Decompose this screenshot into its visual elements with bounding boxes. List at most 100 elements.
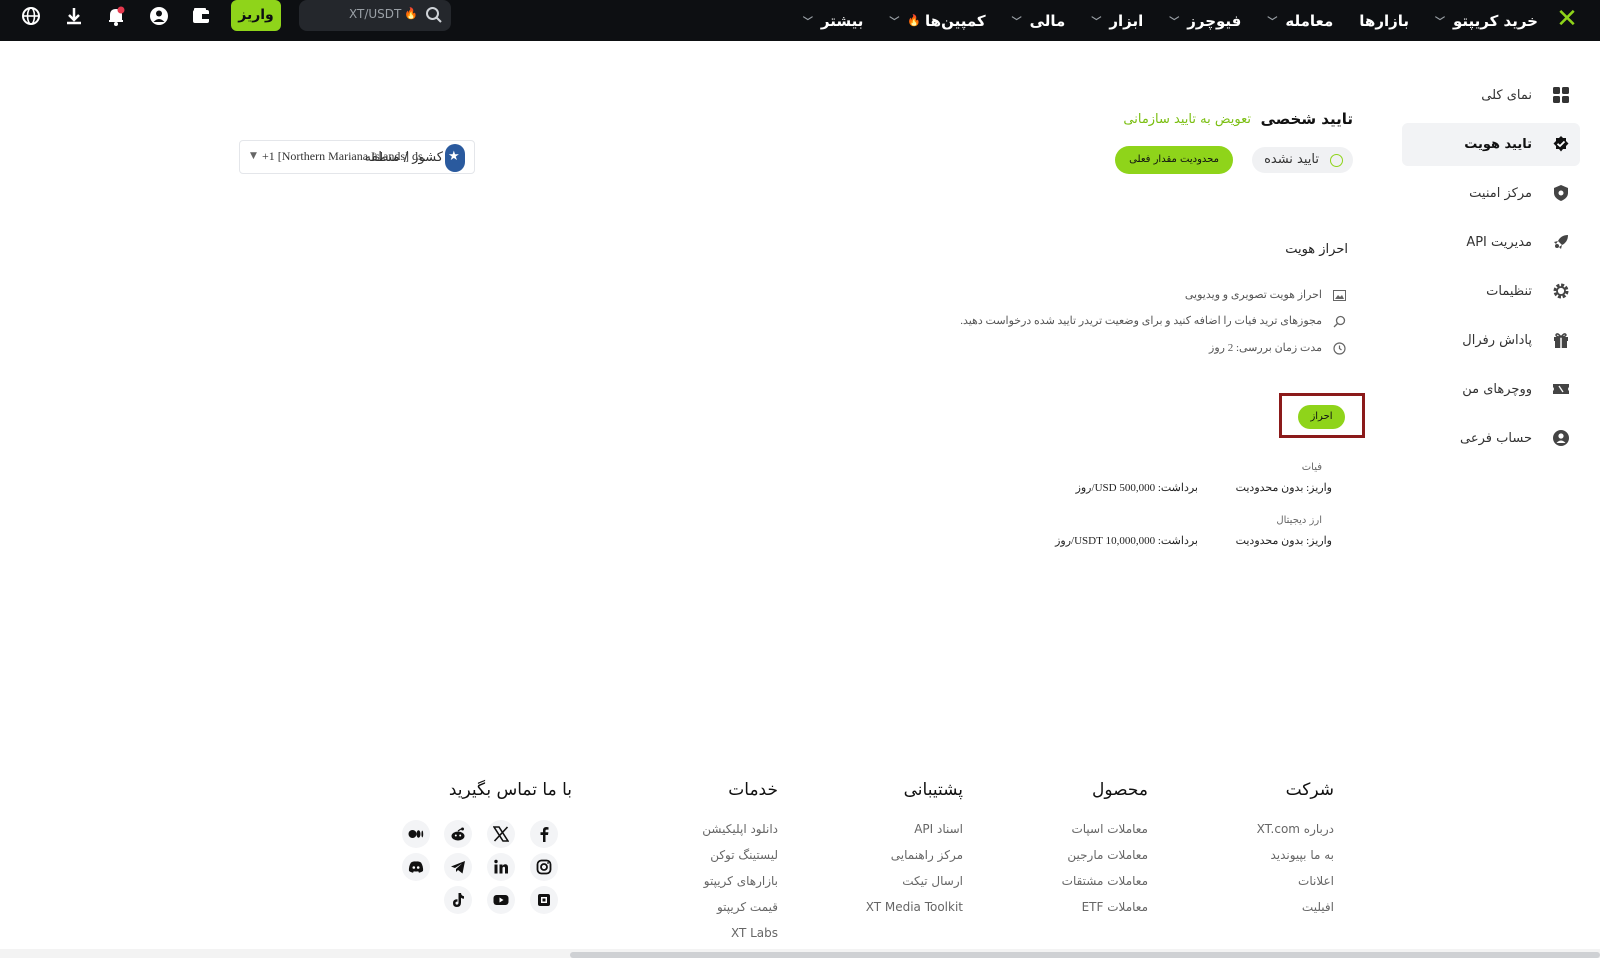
limit-row: واریز: بدون محدودیت برداشت: 10,000,000 U… bbox=[1055, 534, 1332, 547]
nav-more[interactable]: بیشتر ﹀ bbox=[803, 12, 863, 30]
coinmarketcap-icon[interactable] bbox=[530, 886, 558, 914]
sidebar-item-sub-account[interactable]: حساب فرعی bbox=[1402, 417, 1580, 460]
xt-logo[interactable]: ✕ bbox=[1552, 4, 1582, 34]
switch-to-institutional-link[interactable]: تعویض به تایید سازمانی bbox=[1123, 112, 1251, 127]
footer-column-contact: با ما تماس بگیرید bbox=[449, 780, 572, 822]
footer-link[interactable]: قیمت کریپتو bbox=[702, 900, 778, 926]
feature-item: مدت زمان بررسی: 2 روز bbox=[1209, 341, 1348, 355]
sidebar-item-label: تنظیمات bbox=[1486, 284, 1532, 299]
highlight-frame: احراز bbox=[1279, 393, 1365, 438]
linkedin-icon[interactable] bbox=[487, 853, 515, 881]
top-navigation-bar: ✕ خرید کریپتو ﹀ بازارها معامله ﹀ فیوچرز ﹀ ا… bbox=[0, 0, 1600, 41]
horizontal-scrollbar[interactable] bbox=[570, 952, 1600, 958]
sidebar-item-label: حساب فرعی bbox=[1460, 431, 1532, 446]
fire-icon: 🔥 bbox=[907, 14, 922, 27]
download-icon[interactable] bbox=[63, 5, 85, 27]
nav-tools[interactable]: ابزار ﹀ bbox=[1091, 12, 1143, 30]
sub-account-icon bbox=[1553, 430, 1569, 446]
search-icon bbox=[426, 7, 442, 23]
footer-link[interactable]: معاملات مارجین bbox=[1062, 848, 1148, 874]
feature-item: احراز هویت تصویری و ویدیویی bbox=[1185, 288, 1348, 301]
sidebar-item-my-vouchers[interactable]: ووچرهای من bbox=[1402, 368, 1580, 411]
search-value: XT/USDT bbox=[349, 7, 402, 21]
footer-link[interactable]: افیلیت bbox=[1257, 900, 1334, 926]
image-icon bbox=[1333, 290, 1346, 301]
feature-text: احراز هویت تصویری و ویدیویی bbox=[1184, 289, 1322, 301]
footer-link[interactable]: بازارهای کریپتو bbox=[702, 874, 778, 900]
nav-campaigns[interactable]: کمپین‌ها 🔥 ﹀ bbox=[889, 12, 985, 30]
footer-link[interactable]: معاملات مشتقات bbox=[1062, 874, 1148, 900]
chevron-down-icon: ﹀ bbox=[1011, 17, 1022, 28]
medium-icon[interactable] bbox=[402, 820, 430, 848]
chevron-down-icon: ▼ bbox=[250, 151, 257, 161]
discord-icon[interactable] bbox=[402, 853, 430, 881]
nav-trade[interactable]: معامله ﹀ bbox=[1267, 12, 1333, 30]
footer-link[interactable]: لیستینگ توکن bbox=[702, 848, 778, 874]
footer-link[interactable]: مرکز راهنمایی bbox=[866, 848, 963, 874]
country-value: +1 [Northern Mariana Islands] ds... bbox=[262, 149, 432, 163]
sidebar-item-security-center[interactable]: مرکز امنیت bbox=[1402, 172, 1580, 215]
fire-icon: 🔥 bbox=[404, 7, 418, 20]
nav-futures[interactable]: فیوچرز ﹀ bbox=[1169, 12, 1241, 30]
clock-icon bbox=[1333, 342, 1346, 355]
deposit-limit: واریز: بدون محدودیت bbox=[1235, 482, 1332, 494]
instagram-icon[interactable] bbox=[530, 853, 558, 881]
nav-markets[interactable]: بازارها bbox=[1359, 12, 1409, 30]
footer-link[interactable]: اسناد API bbox=[866, 822, 963, 848]
sidebar-item-identity-verification[interactable]: تایید هویت bbox=[1402, 123, 1580, 166]
feature-item: مجوزهای ترید فیات را اضافه کنید و برای و… bbox=[960, 314, 1348, 328]
reddit-icon[interactable] bbox=[444, 820, 472, 848]
flag-icon bbox=[445, 144, 465, 172]
nav-finance[interactable]: مالی ﹀ bbox=[1012, 12, 1066, 30]
nav-label: بازارها bbox=[1359, 11, 1409, 30]
page-title: تایید شخصی bbox=[1260, 110, 1353, 128]
footer-column-title: با ما تماس بگیرید bbox=[448, 780, 572, 800]
footer-link[interactable]: به ما بپیوندید bbox=[1257, 848, 1334, 874]
account-sidebar: نمای کلی تایید هویت مرکز امنیت مدیریت AP… bbox=[1402, 74, 1580, 466]
footer-link[interactable]: معاملات ETF bbox=[1062, 900, 1148, 926]
globe-icon[interactable] bbox=[20, 5, 42, 27]
sidebar-item-label: ووچرهای من bbox=[1462, 382, 1532, 397]
footer-link[interactable]: XT Media Toolkit bbox=[866, 900, 963, 926]
nav-buy-crypto[interactable]: خرید کریپتو ﹀ bbox=[1435, 12, 1538, 30]
footer-column-title: محصول bbox=[1092, 780, 1148, 800]
feature-text: مجوزهای ترید فیات را اضافه کنید و برای و… bbox=[960, 315, 1322, 327]
footer-link[interactable]: اعلانات bbox=[1257, 874, 1334, 900]
chevron-down-icon: ﹀ bbox=[889, 17, 900, 28]
footer-link[interactable]: معاملات اسپات bbox=[1062, 822, 1148, 848]
sidebar-item-overview[interactable]: نمای کلی bbox=[1402, 74, 1580, 117]
sidebar-item-label: تایید هویت bbox=[1464, 137, 1532, 152]
x-icon[interactable] bbox=[487, 820, 515, 848]
main-nav: خرید کریپتو ﹀ بازارها معامله ﹀ فیوچرز ﹀ ابز… bbox=[777, 0, 1538, 41]
facebook-icon[interactable] bbox=[530, 820, 558, 848]
footer-link[interactable]: دانلود اپلیکیشن bbox=[702, 822, 778, 848]
user-icon[interactable] bbox=[148, 5, 170, 27]
verified-badge-icon bbox=[1553, 136, 1569, 152]
kyc-start-button[interactable]: احراز bbox=[1298, 405, 1345, 429]
withdraw-limit: برداشت: 500,000 USD/روز bbox=[1075, 482, 1198, 494]
deposit-button[interactable]: واریز bbox=[231, 0, 281, 31]
sidebar-item-api-management[interactable]: مدیریت API bbox=[1402, 221, 1580, 264]
sidebar-item-settings[interactable]: تنظیمات bbox=[1402, 270, 1580, 313]
sidebar-item-referral-reward[interactable]: پاداش رفرال bbox=[1402, 319, 1580, 362]
nav-label: بیشتر bbox=[820, 11, 864, 30]
kyc-heading: احراز هویت bbox=[1285, 242, 1348, 257]
chevron-down-icon: ﹀ bbox=[1169, 17, 1180, 28]
sidebar-item-label: نمای کلی bbox=[1481, 88, 1532, 103]
telegram-icon[interactable] bbox=[444, 853, 472, 881]
current-limit-button[interactable]: محدودیت مقدار فعلی bbox=[1115, 146, 1233, 174]
sidebar-item-label: مدیریت API bbox=[1466, 235, 1532, 250]
footer-link[interactable]: ارسال تیکت bbox=[866, 874, 963, 900]
market-search-input[interactable]: XT/USDT 🔥 bbox=[299, 0, 451, 31]
status-text: تایید نشده bbox=[1264, 152, 1319, 167]
gift-icon bbox=[1554, 333, 1568, 348]
country-region-select[interactable]: ▼ +1 [Northern Mariana Islands] ds... bbox=[239, 140, 475, 174]
bell-icon[interactable] bbox=[105, 5, 127, 27]
chevron-down-icon: ﹀ bbox=[802, 17, 813, 28]
tiktok-icon[interactable] bbox=[444, 886, 472, 914]
youtube-icon[interactable] bbox=[487, 886, 515, 914]
grid-icon bbox=[1553, 87, 1569, 103]
feature-text: مدت زمان بررسی: 2 روز bbox=[1209, 342, 1322, 354]
footer-link[interactable]: درباره XT.com bbox=[1257, 822, 1334, 848]
wallet-icon[interactable] bbox=[190, 5, 212, 27]
